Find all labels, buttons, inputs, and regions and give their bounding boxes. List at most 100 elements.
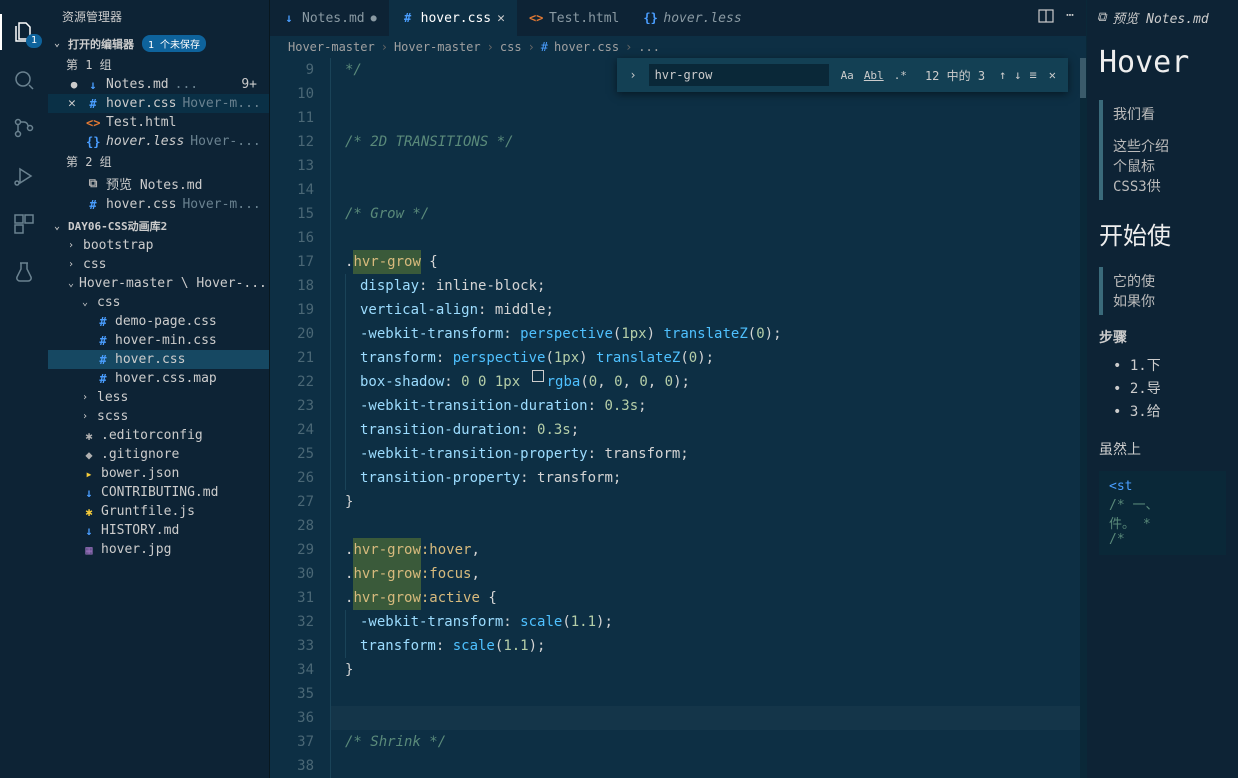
activity-bar: 1	[0, 0, 48, 778]
breadcrumb-item[interactable]: Hover-master	[288, 40, 375, 54]
file-name: hover.css.map	[115, 371, 217, 386]
folder-item[interactable]: ⌄css	[48, 293, 269, 312]
unsaved-badge: 1 个未保存	[142, 35, 206, 52]
breadcrumb-item[interactable]: Hover-master	[394, 40, 481, 54]
folder-name: bootstrap	[83, 238, 153, 253]
file-icon: #	[86, 198, 100, 212]
activity-testing-icon[interactable]	[0, 248, 48, 296]
file-item[interactable]: ◆.gitignore	[48, 445, 269, 464]
find-input[interactable]	[649, 64, 829, 86]
breadcrumbs: Hover-master › Hover-master › css › # ho…	[270, 36, 1086, 58]
sidebar: 资源管理器 ⌄ 打开的编辑器 1 个未保存 第 1 组 ●↓Notes.md..…	[48, 0, 270, 778]
find-next-icon[interactable]: ↓	[1014, 68, 1021, 82]
file-item[interactable]: ↓CONTRIBUTING.md	[48, 483, 269, 502]
file-item[interactable]: #hover-min.css	[48, 331, 269, 350]
activity-badge: 1	[26, 34, 42, 48]
regex-icon[interactable]: .*	[890, 67, 911, 84]
folder-name: less	[97, 390, 128, 405]
file-icon: ✱	[82, 505, 96, 519]
editor-tab[interactable]: #hover.css✕	[389, 0, 517, 36]
folder-name: Hover-master \ Hover-...	[79, 276, 267, 291]
close-icon[interactable]: ✕	[497, 11, 505, 26]
file-item[interactable]: ↓HISTORY.md	[48, 521, 269, 540]
file-path: Hover-m...	[182, 197, 260, 212]
folder-item[interactable]: ›scss	[48, 407, 269, 426]
open-editor-item[interactable]: ✕#hover.cssHover-m...	[48, 94, 269, 113]
match-whole-word-icon[interactable]: Abl	[860, 67, 888, 84]
editor-tab[interactable]: {}hover.less	[631, 0, 753, 36]
tab-label: Test.html	[549, 11, 619, 26]
file-path: ...	[175, 77, 198, 92]
folder-item[interactable]: ›bootstrap	[48, 236, 269, 255]
file-path: Hover-...	[190, 134, 260, 149]
preview-code-block: <st /* 一、 件。 * /*	[1099, 471, 1226, 555]
file-icon: #	[96, 315, 110, 329]
find-widget: › Aa Abl .* 12 中的 3 ↑ ↓ ≡ ✕	[617, 58, 1068, 92]
breadcrumb-item[interactable]: ...	[638, 40, 660, 54]
file-icon: #	[96, 334, 110, 348]
file-item[interactable]: #hover.css	[48, 350, 269, 369]
folder-item[interactable]: ›less	[48, 388, 269, 407]
minimap[interactable]	[1080, 58, 1086, 778]
chevron-right-icon: ›	[625, 40, 632, 54]
file-item[interactable]: ✱ .editorconfig	[48, 426, 269, 445]
open-editor-item[interactable]: ⧉预览 Notes.md	[48, 172, 269, 195]
folder-item[interactable]: ›css	[48, 255, 269, 274]
file-name: demo-page.css	[115, 314, 217, 329]
find-selection-icon[interactable]: ≡	[1030, 68, 1037, 82]
file-item[interactable]: ▦hover.jpg	[48, 540, 269, 559]
file-count: 9+	[241, 77, 261, 92]
editor-group-2: 第 2 组	[48, 151, 269, 172]
code-area[interactable]: *//* 2D TRANSITIONS *//* Grow */.hvr-gro…	[330, 58, 1086, 778]
breadcrumb-item[interactable]: hover.css	[554, 40, 619, 54]
close-icon[interactable]: ✕	[1045, 68, 1060, 82]
chevron-down-icon: ⌄	[54, 221, 64, 232]
open-editor-item[interactable]: <>Test.html	[48, 113, 269, 132]
file-icon: ◆	[82, 448, 96, 462]
activity-debug-icon[interactable]	[0, 152, 48, 200]
preview-icon: ⧉	[1097, 10, 1106, 25]
preview-steps-title: 步骤	[1099, 327, 1226, 347]
file-name: .editorconfig	[101, 428, 203, 443]
file-item[interactable]: ✱Gruntfile.js	[48, 502, 269, 521]
css-icon: #	[541, 40, 548, 54]
open-editor-item[interactable]: {}hover.lessHover-...	[48, 132, 269, 151]
file-item[interactable]: #hover.css.map	[48, 369, 269, 388]
breadcrumb-item[interactable]: css	[500, 40, 522, 54]
editor-tab[interactable]: ↓Notes.md●	[270, 0, 389, 36]
chevron-down-icon: ⌄	[54, 38, 64, 49]
color-swatch-icon	[532, 370, 544, 382]
open-editor-item[interactable]: # hover.css Hover-m...	[48, 195, 269, 214]
list-item: • 2.导	[1113, 378, 1226, 398]
activity-search-icon[interactable]	[0, 56, 48, 104]
preview-content: Hover 我们看 这些介绍 个鼠标 CSS3供 开始使 它的使 如果你 步骤 …	[1087, 35, 1238, 565]
folder-header[interactable]: ⌄ DAY06-CSS动画库2	[48, 216, 269, 236]
preview-steps-list: • 1.下 • 2.导 • 3.给	[1099, 355, 1226, 421]
file-icon: ▸	[82, 467, 96, 481]
more-actions-icon[interactable]: ⋯	[1066, 8, 1074, 28]
activity-files-icon[interactable]: 1	[0, 8, 48, 56]
preview-h2: 开始使	[1099, 216, 1226, 251]
open-editors-header[interactable]: ⌄ 打开的编辑器 1 个未保存	[48, 33, 269, 54]
split-editor-icon[interactable]	[1038, 8, 1054, 28]
editor-body[interactable]: 9101112131415161718192021222324252627282…	[270, 58, 1086, 778]
file-name: hover.css	[106, 197, 176, 212]
file-icon: ✱	[82, 429, 96, 443]
open-editor-item[interactable]: ●↓Notes.md...9+	[48, 75, 269, 94]
match-case-icon[interactable]: Aa	[837, 67, 858, 84]
find-expand-toggle[interactable]: ›	[625, 68, 640, 82]
editor-area: ↓Notes.md●#hover.css✕<>Test.html{}hover.…	[270, 0, 1086, 778]
close-icon[interactable]: ✕	[68, 96, 80, 111]
preview-h1: Hover	[1099, 45, 1226, 80]
list-item: • 3.给	[1113, 401, 1226, 421]
find-prev-icon[interactable]: ↑	[999, 68, 1006, 82]
activity-extensions-icon[interactable]	[0, 200, 48, 248]
file-item[interactable]: ▸bower.json	[48, 464, 269, 483]
file-item[interactable]: # demo-page.css	[48, 312, 269, 331]
file-name: hover.css	[115, 352, 185, 367]
preview-tab[interactable]: ⧉ 预览 Notes.md	[1087, 0, 1238, 35]
chevron-right-icon: ›	[528, 40, 535, 54]
folder-item[interactable]: ⌄Hover-master \ Hover-...	[48, 274, 269, 293]
editor-tab[interactable]: <>Test.html	[517, 0, 631, 36]
activity-source-control-icon[interactable]	[0, 104, 48, 152]
